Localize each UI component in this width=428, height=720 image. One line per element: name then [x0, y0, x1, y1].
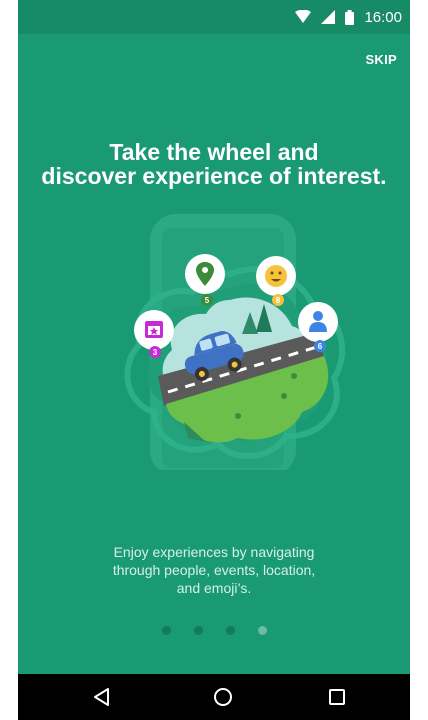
description-line-1: Enjoy experiences by navigating — [113, 544, 315, 560]
home-icon[interactable] — [211, 685, 235, 709]
status-icons: 16:00 — [295, 7, 402, 27]
badge-count-emoji: 8 — [276, 296, 281, 305]
onboarding-illustration: 3 5 8 6 — [124, 214, 346, 470]
page-indicator — [18, 626, 410, 635]
hill-dot — [281, 393, 287, 399]
wifi-icon — [295, 10, 312, 24]
description-line-3: and emoji’s. — [176, 580, 252, 596]
page-dot[interactable] — [161, 626, 171, 635]
calendar-star-icon — [145, 321, 163, 338]
onboarding-screen: 16:00 SKIP Take the wheel and discover e… — [18, 0, 410, 720]
back-icon[interactable] — [90, 685, 114, 709]
battery-icon — [345, 9, 355, 25]
page-dot-active[interactable] — [257, 626, 267, 635]
skip-button[interactable]: SKIP — [365, 52, 397, 67]
badge-count-person: 6 — [318, 342, 323, 351]
headline-line-1: Take the wheel and — [109, 139, 319, 165]
page-dot[interactable] — [193, 626, 203, 635]
navigation-bar — [18, 674, 410, 720]
headline-line-2: discover experience of interest. — [41, 163, 387, 189]
signal-icon — [321, 10, 336, 24]
headline: Take the wheel and discover experience o… — [18, 140, 410, 188]
description-line-2: through people, events, location, — [112, 562, 316, 578]
recents-icon[interactable] — [325, 685, 349, 709]
badge-count-location: 5 — [205, 296, 210, 305]
status-bar: 16:00 — [18, 0, 410, 34]
description: Enjoy experiences by navigating through … — [18, 543, 410, 597]
emoji-smile-icon — [265, 265, 287, 287]
hill-dot — [291, 373, 297, 379]
page-dot[interactable] — [225, 626, 235, 635]
badge-count-calendar: 3 — [153, 348, 158, 357]
hill-dot — [235, 413, 241, 419]
status-time: 16:00 — [364, 8, 402, 26]
